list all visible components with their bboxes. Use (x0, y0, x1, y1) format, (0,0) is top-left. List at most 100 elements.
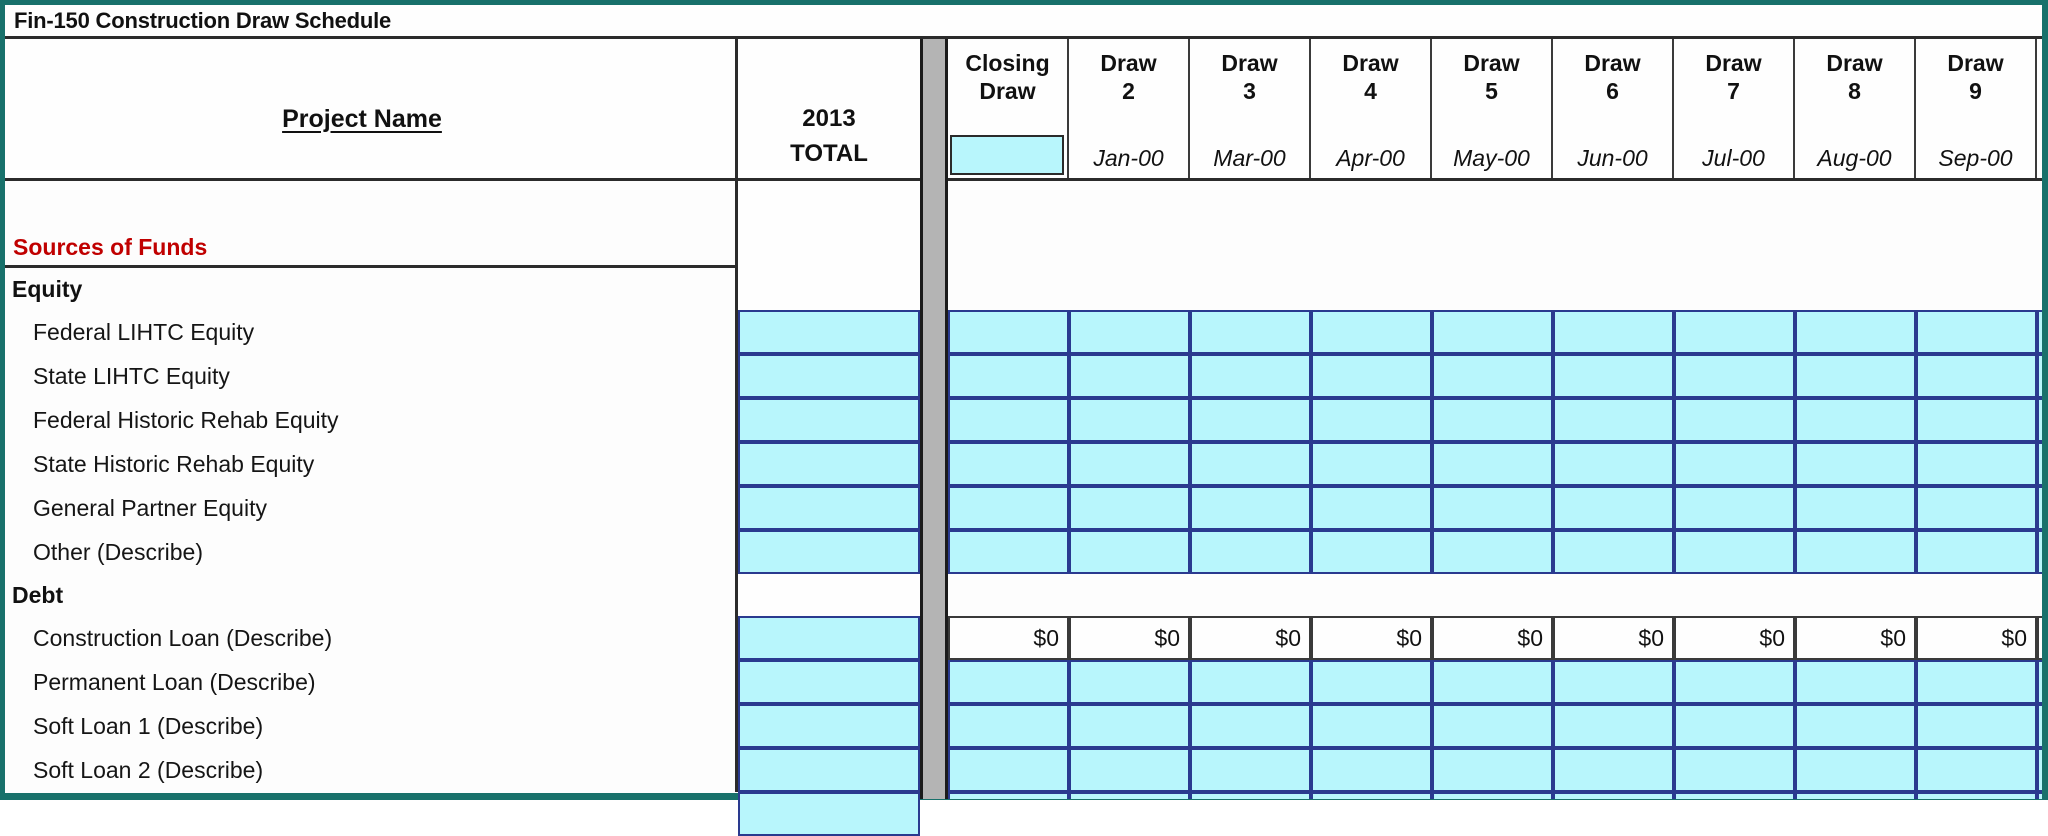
draw-value-input[interactable] (1553, 310, 1674, 354)
draw-value-input[interactable] (2037, 792, 2042, 799)
draw-value-input[interactable] (1069, 310, 1190, 354)
total-value-input[interactable] (738, 354, 920, 398)
draw-value-input[interactable] (1795, 704, 1916, 748)
draw-value-input[interactable] (1311, 530, 1432, 574)
draw-value-input[interactable] (1311, 398, 1432, 442)
draw-value-input[interactable] (1674, 442, 1795, 486)
draw-value-input[interactable] (1674, 748, 1795, 792)
draw-column-header[interactable]: Draw 4 Apr-00 (1311, 39, 1432, 178)
draw-value-input[interactable] (1311, 704, 1432, 748)
draw-value-cell[interactable]: $0 (1795, 616, 1916, 660)
draw-value-input[interactable] (2037, 530, 2042, 574)
draw-value-input[interactable] (1311, 660, 1432, 704)
total-value-input[interactable] (738, 660, 920, 704)
draw-value-input[interactable] (948, 792, 1069, 799)
draw-value-input[interactable] (948, 398, 1069, 442)
draw-value-input[interactable] (1069, 442, 1190, 486)
draw-value-input[interactable] (1674, 660, 1795, 704)
row-label-item[interactable]: Soft Loan 2 (Describe) (5, 748, 738, 792)
draw-value-input[interactable] (1311, 792, 1432, 799)
draw-column-header[interactable]: Draw 7 Jul-00 (1674, 39, 1795, 178)
draw-column-header[interactable]: Draw 9 Sep-00 (1916, 39, 2037, 178)
draw-value-input[interactable] (1553, 442, 1674, 486)
draw-value-cell[interactable]: $0 (1916, 616, 2037, 660)
total-value-input[interactable] (738, 442, 920, 486)
row-label-item[interactable]: State LIHTC Equity (5, 354, 738, 398)
draw-value-cell[interactable]: $0 (1311, 616, 1432, 660)
draw-value-input[interactable] (1553, 748, 1674, 792)
draw-value-input[interactable] (1069, 354, 1190, 398)
draw-value-input[interactable] (1069, 704, 1190, 748)
row-label-item[interactable]: State Historic Rehab Equity (5, 442, 738, 486)
draw-column-header[interactable]: Draw 2 Jan-00 (1069, 39, 1190, 178)
draw-value-cell[interactable]: $0 (1674, 616, 1795, 660)
draw-value-input[interactable] (1553, 530, 1674, 574)
draw-value-input[interactable] (1795, 310, 1916, 354)
draw-value-input[interactable] (1190, 530, 1311, 574)
draw-value-input[interactable] (1674, 704, 1795, 748)
draw-value-input[interactable] (1190, 792, 1311, 799)
draw-value-input[interactable] (1553, 398, 1674, 442)
draw-value-input[interactable] (1795, 660, 1916, 704)
draw-value-input[interactable] (1674, 486, 1795, 530)
total-value-input[interactable] (738, 530, 920, 574)
row-label-item[interactable]: Construction Loan (Describe) (5, 616, 738, 660)
draw-column-header[interactable]: Draw 5 May-00 (1432, 39, 1553, 178)
draw-value-input[interactable] (1795, 442, 1916, 486)
draw-value-input[interactable] (1795, 748, 1916, 792)
draw-value-input[interactable] (1553, 354, 1674, 398)
row-label-item[interactable]: General Partner Equity (5, 486, 738, 530)
row-label-section[interactable]: Sources of Funds (5, 181, 738, 268)
draw-value-input[interactable] (1190, 398, 1311, 442)
draw-value-input[interactable] (1190, 442, 1311, 486)
draw-value-input[interactable] (1311, 310, 1432, 354)
draw-value-input[interactable] (1674, 792, 1795, 799)
draw-value-input[interactable] (948, 530, 1069, 574)
draw-value-input[interactable] (948, 442, 1069, 486)
draw-value-input[interactable] (1069, 486, 1190, 530)
draw-value-input[interactable] (1311, 748, 1432, 792)
row-label-group[interactable]: Equity (5, 268, 738, 310)
draw-value-cell[interactable]: $0 (948, 616, 1069, 660)
draw-value-cell[interactable] (2037, 616, 2042, 660)
row-label-item[interactable]: Other (Describe) (5, 530, 738, 574)
draw-value-input[interactable] (1069, 660, 1190, 704)
draw-value-input[interactable] (2037, 704, 2042, 748)
draw-value-input[interactable] (948, 748, 1069, 792)
draw-column-header[interactable]: Draw 3 Mar-00 (1190, 39, 1311, 178)
draw-value-input[interactable] (1916, 442, 2037, 486)
draw-value-input[interactable] (2037, 748, 2042, 792)
draw-value-input[interactable] (1916, 398, 2037, 442)
row-label-item[interactable]: Federal Historic Rehab Equity (5, 398, 738, 442)
draw-value-input[interactable] (1311, 486, 1432, 530)
draw-value-input[interactable] (1674, 398, 1795, 442)
row-label-item[interactable]: Soft Loan 1 (Describe) (5, 704, 738, 748)
draw-value-input[interactable] (1916, 660, 2037, 704)
draw-value-input[interactable] (1190, 354, 1311, 398)
row-label-item[interactable]: Permanent Loan (Describe) (5, 660, 738, 704)
draw-value-input[interactable] (1432, 530, 1553, 574)
total-value-input[interactable] (738, 748, 920, 792)
draw-value-input[interactable] (1190, 704, 1311, 748)
draw-value-input[interactable] (1795, 354, 1916, 398)
draw-value-input[interactable] (1795, 530, 1916, 574)
draw-value-input[interactable] (1553, 792, 1674, 799)
draw-column-header[interactable]: Draw 6 Jun-00 (1553, 39, 1674, 178)
draw-value-input[interactable] (1432, 748, 1553, 792)
draw-value-input[interactable] (1311, 442, 1432, 486)
draw-value-input[interactable] (1553, 660, 1674, 704)
draw-value-input[interactable] (2037, 486, 2042, 530)
draw-value-input[interactable] (948, 660, 1069, 704)
draw-value-input[interactable] (1916, 748, 2037, 792)
draw-value-input[interactable] (1795, 792, 1916, 799)
total-value-input[interactable] (738, 616, 920, 660)
draw-value-input[interactable] (1674, 310, 1795, 354)
draw-value-input[interactable] (1553, 486, 1674, 530)
total-value-input[interactable] (738, 398, 920, 442)
draw-value-input[interactable] (2037, 310, 2042, 354)
draw-value-input[interactable] (1190, 310, 1311, 354)
draw-value-input[interactable] (1190, 748, 1311, 792)
draw-value-input[interactable] (2037, 442, 2042, 486)
draw-value-cell[interactable]: $0 (1069, 616, 1190, 660)
draw-value-input[interactable] (1916, 704, 2037, 748)
